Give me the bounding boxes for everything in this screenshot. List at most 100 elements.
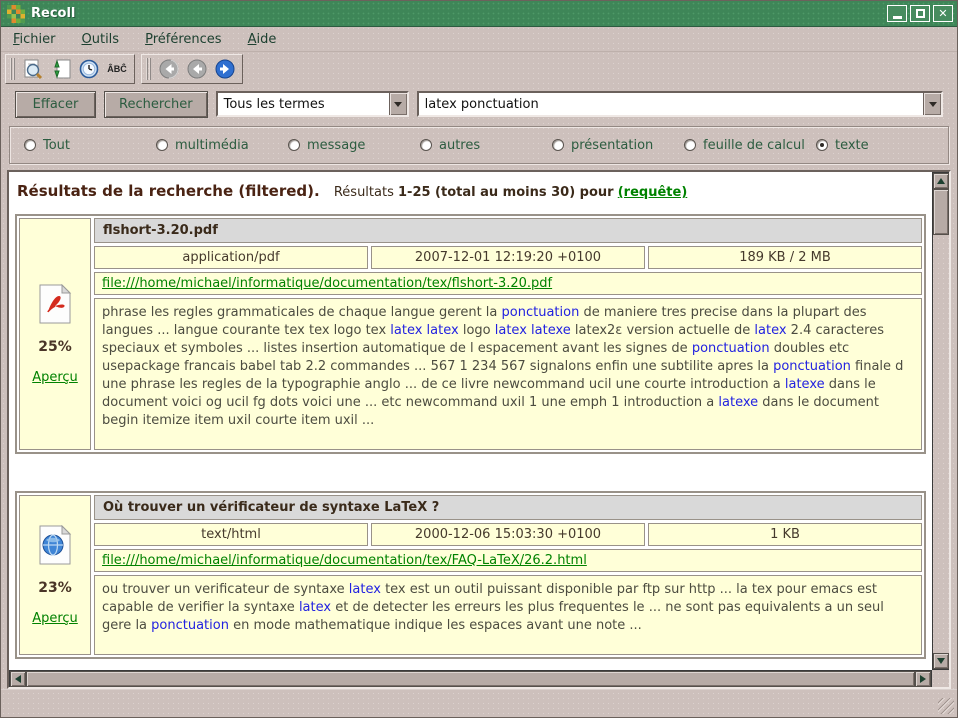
result-meta-row: text/html 2000-12-06 15:03:30 +0100 1 KB (94, 523, 922, 546)
radio-icon (552, 139, 564, 151)
filter-radio-presentation[interactable]: présentation (552, 138, 684, 153)
results-count-range: 1-25 (total au moins 30) pour (398, 185, 614, 200)
window-title: Recoll (31, 6, 884, 21)
result-url-link[interactable]: file:///home/michael/informatique/docume… (102, 276, 552, 291)
radio-icon (684, 139, 696, 151)
toolbar: ÂBĈ (1, 52, 957, 85)
scrollbar-corner (932, 670, 949, 687)
preview-link[interactable]: Aperçu (32, 370, 78, 385)
previous-page-button[interactable] (184, 57, 210, 81)
previous-page-icon (186, 58, 208, 80)
vertical-scrollbar-thumb[interactable] (933, 189, 949, 235)
search-mode-select[interactable]: Tous les termes (216, 91, 409, 117)
recoll-window: Recoll ✕ Fichier Outils Préférences Aide (0, 0, 958, 718)
arrow-down-icon (937, 658, 945, 664)
scroll-right-button[interactable] (915, 671, 931, 687)
radio-icon (420, 139, 432, 151)
result-size: 189 KB / 2 MB (648, 246, 922, 269)
term-explorer-icon: ÂBĈ (107, 64, 127, 74)
search-button[interactable]: Rechercher (104, 91, 208, 118)
maximize-icon (916, 9, 925, 18)
chevron-down-icon (394, 102, 402, 107)
html-file-icon (36, 525, 74, 565)
relevance-percent: 23% (38, 580, 72, 596)
result-title: flshort-3.20.pdf (94, 218, 922, 243)
filter-radio-texte[interactable]: texte (816, 138, 869, 153)
filter-radio-multimedia[interactable]: multimédia (156, 138, 288, 153)
advanced-search-icon (22, 58, 44, 80)
next-page-button[interactable] (212, 57, 238, 81)
radio-icon (156, 139, 168, 151)
resize-grip[interactable] (938, 698, 954, 714)
filter-radio-tout[interactable]: Tout (24, 138, 156, 153)
result-snippet: phrase les regles grammaticales de chaqu… (94, 298, 922, 450)
filter-radio-autres[interactable]: autres (420, 138, 552, 153)
result-item-2: 23% Aperçu Où trouver un vérificateur de… (15, 491, 926, 659)
result-1-side-panel: 25% Aperçu (19, 218, 91, 450)
toolbar-handle[interactable] (10, 58, 15, 80)
query-details-link[interactable]: (requête) (618, 185, 688, 200)
toolbar-group-tools: ÂBĈ (5, 54, 135, 84)
results-frame: Résultats de la recherche (filtered). Ré… (7, 170, 951, 689)
preview-link[interactable]: Aperçu (32, 611, 78, 626)
radio-icon (24, 139, 36, 151)
result-size: 1 KB (648, 523, 922, 546)
maximize-button[interactable] (910, 5, 930, 22)
filter-radio-message[interactable]: message (288, 138, 420, 153)
vertical-scrollbar[interactable] (932, 172, 949, 670)
result-item-1: 25% Aperçu flshort-3.20.pdf application/… (15, 214, 926, 454)
toolbar-group-navigation (141, 54, 243, 84)
arrow-up-icon (937, 178, 945, 184)
result-1-details: flshort-3.20.pdf application/pdf 2007-12… (94, 218, 922, 450)
query-history-dropdown-button[interactable] (923, 93, 941, 115)
search-controls: Effacer Rechercher Tous les termes (1, 85, 957, 123)
arrow-right-icon (920, 675, 926, 683)
first-page-icon (158, 58, 180, 80)
scroll-down-button[interactable] (933, 653, 949, 669)
term-explorer-button[interactable]: ÂBĈ (104, 57, 130, 81)
result-2-details: Où trouver un vérificateur de syntaxe La… (94, 495, 922, 655)
sort-parameters-button[interactable] (48, 57, 74, 81)
menu-preferences[interactable]: Préférences (145, 32, 221, 47)
filter-radio-feuille-de-calcul[interactable]: feuille de calcul (684, 138, 816, 153)
scroll-left-button[interactable] (10, 671, 26, 687)
horizontal-scrollbar-thumb[interactable] (26, 671, 915, 687)
result-date: 2000-12-06 15:03:30 +0100 (371, 523, 645, 546)
result-date: 2007-12-01 12:19:20 +0100 (371, 246, 645, 269)
menu-fichier[interactable]: Fichier (13, 32, 56, 47)
minimize-icon (893, 16, 902, 19)
result-mime-type: application/pdf (94, 246, 368, 269)
radio-icon (288, 139, 300, 151)
result-2-side-panel: 23% Aperçu (19, 495, 91, 655)
clear-button[interactable]: Effacer (15, 91, 96, 118)
close-button[interactable]: ✕ (933, 5, 953, 22)
advanced-search-button[interactable] (20, 57, 46, 81)
menu-aide[interactable]: Aide (248, 32, 277, 47)
first-page-button[interactable] (156, 57, 182, 81)
vertical-scrollbar-track[interactable] (933, 235, 949, 653)
scroll-up-button[interactable] (933, 173, 949, 189)
result-snippet: ou trouver un verificateur de syntaxe la… (94, 575, 922, 655)
recoll-app-icon (7, 5, 25, 23)
results-title: Résultats de la recherche (filtered). (17, 182, 320, 200)
search-query-input[interactable] (419, 97, 923, 112)
close-icon: ✕ (938, 8, 947, 19)
menu-outils[interactable]: Outils (82, 32, 120, 47)
history-button[interactable] (76, 57, 102, 81)
radio-icon (816, 139, 828, 151)
relevance-percent: 25% (38, 339, 72, 355)
category-filter-group: Tout multimédia message autres présentat… (9, 126, 949, 164)
query-combo (417, 91, 943, 117)
result-title: Où trouver un vérificateur de syntaxe La… (94, 495, 922, 520)
status-bar (1, 689, 957, 717)
next-page-icon (214, 58, 236, 80)
pdf-file-icon (36, 284, 74, 324)
search-mode-dropdown-button[interactable] (389, 93, 407, 115)
sort-parameters-icon (50, 58, 72, 80)
title-bar[interactable]: Recoll ✕ (1, 1, 957, 27)
toolbar-handle[interactable] (146, 58, 151, 80)
horizontal-scrollbar[interactable] (9, 670, 932, 687)
minimize-button[interactable] (887, 5, 907, 22)
result-url-link[interactable]: file:///home/michael/informatique/docume… (102, 553, 587, 568)
history-clock-icon (78, 58, 100, 80)
